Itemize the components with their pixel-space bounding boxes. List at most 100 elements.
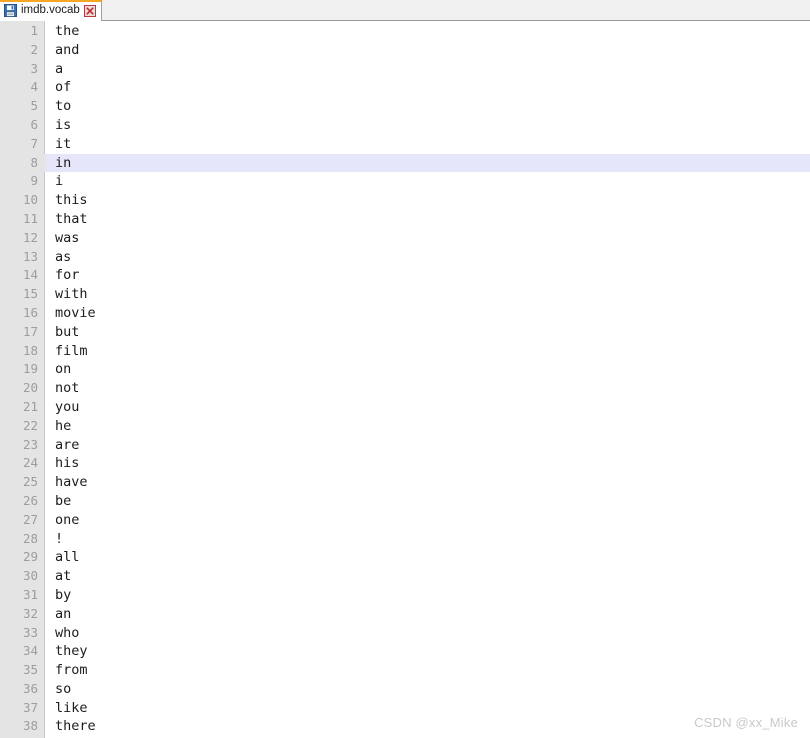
editor-line[interactable]: 35 from — [0, 661, 810, 680]
line-content: by — [55, 586, 72, 603]
line-number: 2 — [30, 41, 38, 57]
editor-line[interactable]: 10 this — [0, 191, 810, 210]
line-number: 24 — [22, 455, 38, 471]
line-content: as — [55, 248, 72, 265]
line-content: one — [55, 511, 80, 528]
line-number: 3 — [30, 60, 38, 76]
editor-line[interactable]: 5 to — [0, 97, 810, 116]
line-number: 33 — [22, 624, 38, 640]
line-number: 10 — [22, 192, 38, 208]
line-content: but — [55, 323, 80, 340]
line-number: 4 — [30, 79, 38, 95]
line-number: 7 — [30, 135, 38, 151]
editor-line[interactable]: 18 film — [0, 342, 810, 361]
line-content: an — [55, 605, 72, 622]
line-number: 14 — [22, 267, 38, 283]
line-content: film — [55, 342, 88, 359]
editor-line[interactable]: 22 he — [0, 417, 810, 436]
line-content: not — [55, 380, 80, 397]
line-number: 18 — [22, 342, 38, 358]
line-content: movie — [55, 304, 96, 321]
line-content: are — [55, 436, 80, 453]
editor-line[interactable]: 6 is — [0, 116, 810, 135]
editor-line[interactable]: 23 are — [0, 436, 810, 455]
editor-line[interactable]: 36 so — [0, 680, 810, 699]
editor-line[interactable]: 12 was — [0, 229, 810, 248]
line-number: 32 — [22, 605, 38, 621]
line-content: at — [55, 568, 72, 585]
editor-line[interactable]: 25 have — [0, 473, 810, 492]
line-number: 5 — [30, 98, 38, 114]
line-number: 1 — [30, 23, 38, 38]
line-number: 23 — [22, 436, 38, 452]
line-content: they — [55, 643, 88, 660]
editor-line[interactable]: 16 movie — [0, 304, 810, 323]
line-content: this — [55, 192, 88, 209]
line-content: with — [55, 286, 88, 303]
editor-line[interactable]: 3a — [0, 60, 810, 79]
line-content: it — [55, 135, 72, 152]
editor-line[interactable]: 26 be — [0, 492, 810, 511]
editor-line[interactable]: 14 for — [0, 266, 810, 285]
line-content: all — [55, 549, 80, 566]
editor-line[interactable]: 37 like — [0, 699, 810, 718]
editor-line[interactable]: 7 it — [0, 135, 810, 154]
editor-line[interactable]: 17 but — [0, 323, 810, 342]
line-content: have — [55, 474, 88, 491]
line-number: 20 — [22, 380, 38, 396]
editor-line[interactable]: 9i — [0, 172, 810, 191]
tab-imdb-vocab[interactable]: imdb.vocab — [0, 0, 102, 21]
line-content: on — [55, 361, 72, 378]
editor-line[interactable]: 28! — [0, 530, 810, 549]
line-number: 35 — [22, 662, 38, 678]
editor-line[interactable]: 4 of — [0, 78, 810, 97]
line-number: 27 — [22, 511, 38, 527]
line-content: and — [55, 41, 80, 58]
line-content: there — [55, 718, 96, 735]
close-icon[interactable] — [83, 4, 96, 17]
line-number: 17 — [22, 323, 38, 339]
line-number: 30 — [22, 568, 38, 584]
line-content: in — [55, 154, 72, 171]
line-number: 13 — [22, 248, 38, 264]
editor-line[interactable]: 1 the — [0, 22, 810, 41]
line-number: 34 — [22, 643, 38, 659]
editor-line[interactable]: 24 his — [0, 454, 810, 473]
line-content: from — [55, 662, 88, 679]
line-content: so — [55, 680, 72, 697]
editor-line[interactable]: 20 not — [0, 379, 810, 398]
editor-line[interactable]: 8 in — [0, 153, 810, 173]
line-content: be — [55, 492, 72, 509]
editor-line[interactable]: 38 there — [0, 717, 810, 736]
editor-line[interactable]: 29 all — [0, 548, 810, 567]
line-number: 16 — [22, 304, 38, 320]
editor-line[interactable]: 13 as — [0, 248, 810, 267]
line-content: is — [55, 116, 72, 133]
line-content: who — [55, 624, 80, 641]
line-content: a — [55, 60, 64, 77]
line-content: the — [55, 23, 80, 39]
editor-line[interactable]: 19 on — [0, 360, 810, 379]
line-content: was — [55, 229, 80, 246]
editor-line[interactable]: 21 you — [0, 398, 810, 417]
line-content: for — [55, 267, 80, 284]
editor-line[interactable]: 2 and — [0, 41, 810, 60]
editor-line[interactable]: 27 one — [0, 511, 810, 530]
editor-line[interactable]: 34 they — [0, 642, 810, 661]
line-content: you — [55, 398, 80, 415]
editor-line[interactable]: 33 who — [0, 624, 810, 643]
tab-label: imdb.vocab — [21, 3, 80, 16]
editor-line[interactable]: 30 at — [0, 567, 810, 586]
tab-bar: imdb.vocab — [0, 0, 810, 21]
editor-line[interactable]: 31 by — [0, 586, 810, 605]
editor-line[interactable]: 11 that — [0, 210, 810, 229]
editor-line[interactable]: 32 an — [0, 605, 810, 624]
line-content: that — [55, 210, 88, 227]
text-editor[interactable]: 1 the 2 and 3 a 4 of 5 to 6 is 7 it 8 in 9 i 10 this 11 that 1… — [0, 21, 810, 738]
line-content: to — [55, 98, 72, 115]
line-number: 36 — [22, 680, 38, 696]
editor-line[interactable]: 15 with — [0, 285, 810, 304]
line-number: 9 — [30, 173, 38, 189]
line-content: ! — [55, 530, 64, 547]
line-number: 15 — [22, 286, 38, 302]
